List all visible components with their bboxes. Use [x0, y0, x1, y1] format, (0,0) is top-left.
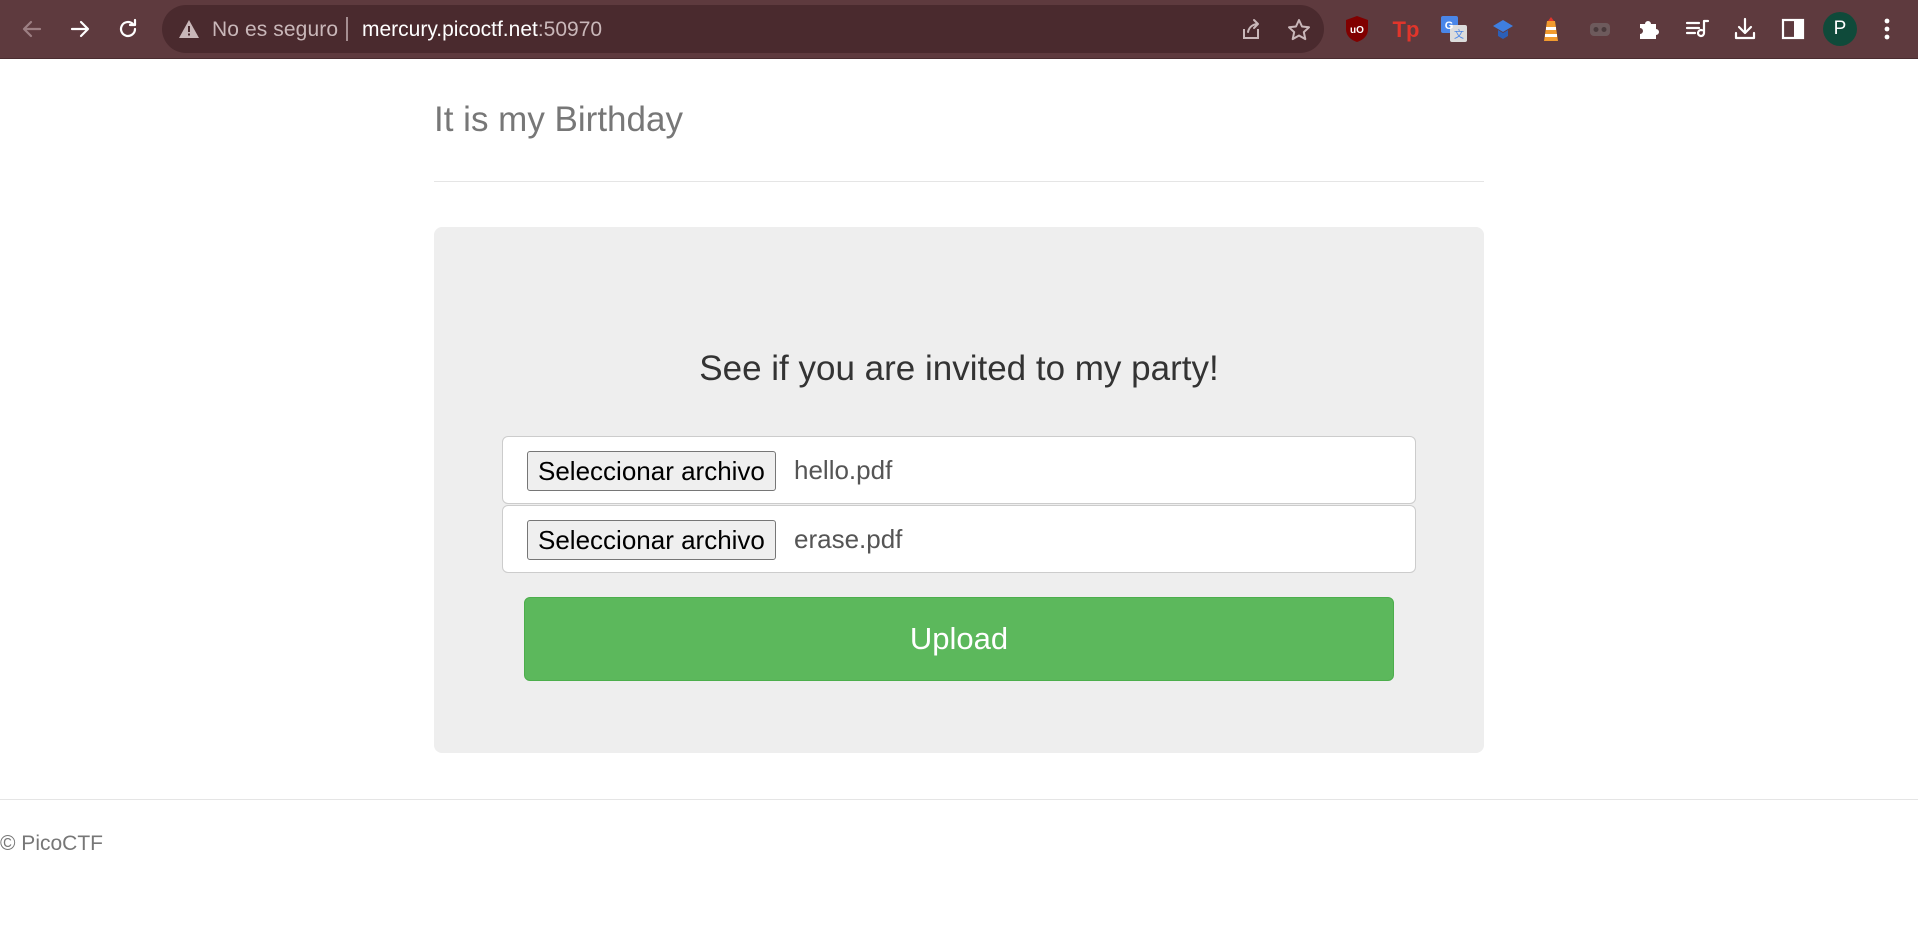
choose-file-button-1[interactable]: Seleccionar archivo	[527, 451, 776, 491]
choose-file-button-2[interactable]: Seleccionar archivo	[527, 520, 776, 560]
warning-triangle-icon[interactable]	[178, 19, 200, 39]
forward-button[interactable]	[62, 11, 98, 47]
page-title: It is my Birthday	[434, 100, 683, 139]
puzzle-icon	[1640, 21, 1659, 39]
svg-text:文: 文	[1454, 28, 1464, 41]
url-host: mercury.picoctf.net	[362, 18, 538, 41]
bluebird-extension-icon	[1493, 20, 1513, 39]
bluebird-extension-button[interactable]	[1487, 13, 1519, 45]
google-translate-icon: G 文	[1441, 16, 1467, 42]
extensions-menu-button[interactable]	[1632, 13, 1664, 45]
gray-extension-button[interactable]	[1584, 13, 1616, 45]
url-port: :50970	[537, 18, 603, 41]
header-divider	[434, 181, 1484, 182]
footer-divider	[0, 799, 1918, 800]
browser-toolbar: No es seguro mercury.picoctf.net:50970 u…	[0, 0, 1918, 59]
upload-button[interactable]: Upload	[524, 597, 1394, 681]
lighthouse-icon	[1544, 17, 1558, 41]
reading-list-icon	[1685, 19, 1710, 38]
ublock-icon: uO	[1346, 16, 1368, 42]
side-panel-button[interactable]	[1777, 13, 1809, 45]
reload-icon	[119, 18, 137, 38]
tp-extension-icon: Tp	[1393, 17, 1420, 42]
arrow-left-icon	[22, 20, 42, 38]
star-icon[interactable]	[1286, 17, 1312, 43]
footer-copyright: © PicoCTF	[0, 832, 103, 855]
downloads-button[interactable]	[1729, 13, 1761, 45]
download-icon	[1734, 17, 1756, 40]
translate-extension-button[interactable]: G 文	[1438, 13, 1470, 45]
file-input-1[interactable]: Seleccionar archivo hello.pdf	[502, 436, 1416, 504]
profile-avatar[interactable]: P	[1823, 12, 1857, 46]
svg-text:uO: uO	[1350, 25, 1364, 36]
omnibox-divider	[346, 17, 348, 41]
address-bar[interactable]: No es seguro mercury.picoctf.net:50970	[162, 5, 1324, 53]
tp-extension-button[interactable]: Tp	[1390, 13, 1422, 45]
arrow-right-icon	[70, 20, 90, 38]
reload-button[interactable]	[110, 11, 146, 47]
back-button[interactable]	[14, 11, 50, 47]
selected-file-name-2: erase.pdf	[794, 524, 903, 554]
reading-list-button[interactable]	[1681, 13, 1713, 45]
url-text[interactable]: mercury.picoctf.net:50970	[362, 18, 602, 42]
selected-file-name-1: hello.pdf	[794, 455, 893, 485]
kebab-menu-icon	[1884, 18, 1890, 40]
file-input-2[interactable]: Seleccionar archivo erase.pdf	[502, 505, 1416, 573]
svg-text:G: G	[1445, 20, 1454, 32]
gray-extension-icon	[1590, 23, 1610, 36]
upload-panel: See if you are invited to my party! Sele…	[434, 227, 1484, 753]
share-icon[interactable]	[1238, 17, 1264, 43]
ublock-extension-button[interactable]: uO	[1341, 13, 1373, 45]
chrome-menu-button[interactable]	[1871, 13, 1903, 45]
security-status-text[interactable]: No es seguro	[212, 18, 338, 42]
svg-text:Tp: Tp	[1393, 17, 1420, 42]
lighthouse-extension-button[interactable]	[1535, 13, 1567, 45]
invite-heading: See if you are invited to my party!	[699, 349, 1219, 388]
side-panel-icon	[1781, 18, 1805, 40]
